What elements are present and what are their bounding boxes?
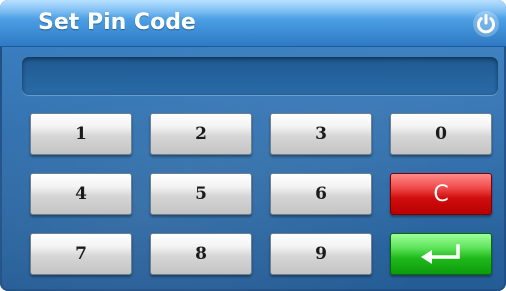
key-6[interactable]: 6 xyxy=(270,173,372,215)
page-title: Set Pin Code xyxy=(38,10,196,35)
key-3[interactable]: 3 xyxy=(270,113,372,155)
enter-button[interactable] xyxy=(390,233,492,275)
key-4[interactable]: 4 xyxy=(30,173,132,215)
power-icon xyxy=(473,11,499,37)
key-5[interactable]: 5 xyxy=(150,173,252,215)
clear-button[interactable]: C xyxy=(390,173,492,215)
title-bar: Set Pin Code xyxy=(0,0,506,47)
power-button[interactable] xyxy=(472,10,500,38)
key-7[interactable]: 7 xyxy=(30,233,132,275)
key-0[interactable]: 0 xyxy=(390,113,492,155)
pin-code-screen: Set Pin Code 1 2 3 0 4 5 6 C 7 8 9 xyxy=(0,0,506,291)
key-8[interactable]: 8 xyxy=(150,233,252,275)
key-9[interactable]: 9 xyxy=(270,233,372,275)
key-1[interactable]: 1 xyxy=(30,113,132,155)
pin-display xyxy=(22,57,498,95)
key-2[interactable]: 2 xyxy=(150,113,252,155)
enter-arrow-icon xyxy=(421,244,460,264)
